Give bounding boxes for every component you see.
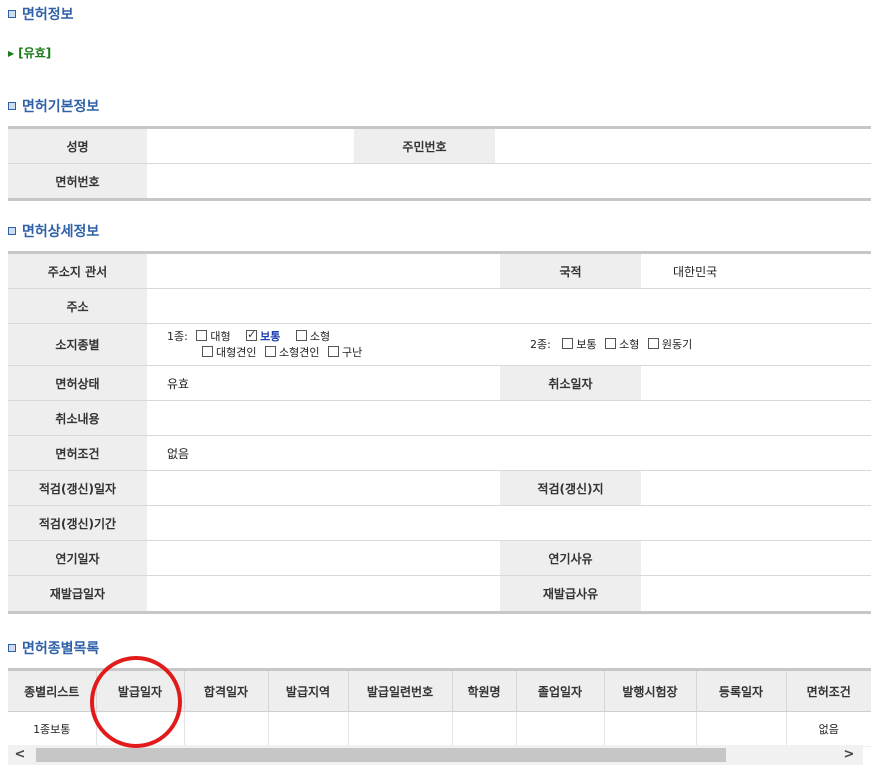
license-state-label: 면허상태 (8, 365, 147, 401)
col-header-issue-date: 발급일자 (96, 668, 185, 712)
aptitude-date-label: 적검(갱신)일자 (8, 470, 147, 506)
section-square-icon (8, 102, 16, 110)
class2-moped-checkbox[interactable] (647, 337, 659, 349)
address-label: 주소 (8, 288, 147, 324)
license-condition-value: 없음 (147, 435, 871, 471)
class1-small-tow-checkbox[interactable] (264, 345, 276, 357)
section-title-license-info: 면허정보 (8, 4, 74, 26)
section-square-icon (8, 644, 16, 652)
cancel-date-value (641, 365, 871, 401)
license-number-label: 면허번호 (8, 163, 147, 201)
table-cell (348, 711, 453, 747)
table-cell: 없음 (786, 711, 871, 747)
reissue-reason-label: 재발급사유 (500, 575, 641, 614)
postpone-date-value (147, 540, 500, 576)
reissue-date-label: 재발급일자 (8, 575, 147, 614)
table-row: 1종보통 없음 (8, 711, 871, 747)
class1-normal-checkbox[interactable] (246, 327, 258, 343)
rrn-label: 주민번호 (354, 126, 495, 164)
table-cell (696, 711, 787, 747)
class1-trailer-checkbox[interactable] (202, 345, 213, 357)
table-cell (268, 711, 349, 747)
col-header-license-condition: 면허조건 (786, 668, 871, 712)
section-title-detail-info: 면허상세정보 (8, 221, 99, 243)
col-header-issue-serial: 발급일련번호 (348, 668, 453, 712)
table-cell (96, 711, 185, 747)
section-square-icon (8, 10, 16, 18)
col-header-type-list: 종별리스트 (8, 668, 97, 712)
reissue-reason-value (641, 575, 871, 614)
col-header-issue-region: 발급지역 (268, 668, 349, 712)
class2-small-checkbox[interactable] (605, 337, 617, 349)
class1-wrecker-checkbox[interactable] (327, 345, 339, 357)
table-cell (604, 711, 697, 747)
scroll-left-arrow-icon[interactable]: < (10, 745, 30, 765)
license-condition-label: 면허조건 (8, 435, 147, 471)
table-cell (516, 711, 605, 747)
col-header-registration-date: 등록일자 (696, 668, 787, 712)
address-value (147, 288, 871, 324)
postpone-date-label: 연기일자 (8, 540, 147, 576)
triangle-right-icon: ▶ (8, 49, 15, 58)
postpone-reason-value (641, 540, 871, 576)
reissue-date-value (147, 575, 500, 614)
license-type-list-table: 종별리스트 발급일자 합격일자 발급지역 발급일련번호 학원명 졸업일자 발행시… (8, 668, 871, 747)
col-header-graduation-date: 졸업일자 (516, 668, 605, 712)
nationality-value: 대한민국 (641, 251, 871, 289)
basic-info-table: 성명 주민번호 면허번호 (8, 126, 871, 201)
section-title-basic-info: 면허기본정보 (8, 96, 99, 118)
nationality-label: 국적 (500, 251, 641, 289)
class1-options: 1종: 대형 보통 소형 대형견인 소형견인 구난 (147, 323, 500, 366)
col-header-pass-date: 합격일자 (184, 668, 269, 712)
aptitude-period-value (147, 505, 871, 541)
class1-small-checkbox[interactable] (295, 329, 307, 341)
table-cell (452, 711, 517, 747)
license-types-label: 소지종별 (8, 323, 147, 366)
class2-options: 2종: 보통 소형 원동기 (500, 323, 871, 366)
scrollbar-thumb[interactable] (36, 748, 726, 762)
aptitude-period-label: 적검(갱신)기간 (8, 505, 147, 541)
class2-normal-checkbox[interactable] (562, 337, 574, 349)
license-number-value (147, 163, 871, 201)
horizontal-scrollbar[interactable]: < > (8, 745, 863, 765)
cancel-date-label: 취소일자 (500, 365, 641, 401)
section-title-type-list: 면허종별목록 (8, 638, 99, 660)
table-cell: 1종보통 (8, 711, 97, 747)
scroll-right-arrow-icon[interactable]: > (839, 745, 859, 765)
rrn-value (495, 126, 871, 164)
aptitude-date-value (147, 470, 500, 506)
jurisdiction-value (147, 251, 500, 289)
detail-info-table: 주소지 관서 국적 대한민국 주소 소지종별 1종: 대형 보통 소형 대형견인… (8, 251, 871, 614)
aptitude-place-value (641, 470, 871, 506)
section-square-icon (8, 227, 16, 235)
name-value (147, 126, 354, 164)
license-state-value: 유효 (147, 365, 500, 401)
cancel-content-value (147, 400, 871, 436)
table-cell (184, 711, 269, 747)
col-header-academy: 학원명 (452, 668, 517, 712)
col-header-issuing-center: 발행시험장 (604, 668, 697, 712)
jurisdiction-label: 주소지 관서 (8, 251, 147, 289)
class1-large-checkbox[interactable] (196, 329, 208, 341)
name-label: 성명 (8, 126, 147, 164)
aptitude-place-label: 적검(갱신)지 (500, 470, 641, 506)
postpone-reason-label: 연기사유 (500, 540, 641, 576)
cancel-content-label: 취소내용 (8, 400, 147, 436)
license-status: ▶ [유효] (8, 46, 52, 60)
